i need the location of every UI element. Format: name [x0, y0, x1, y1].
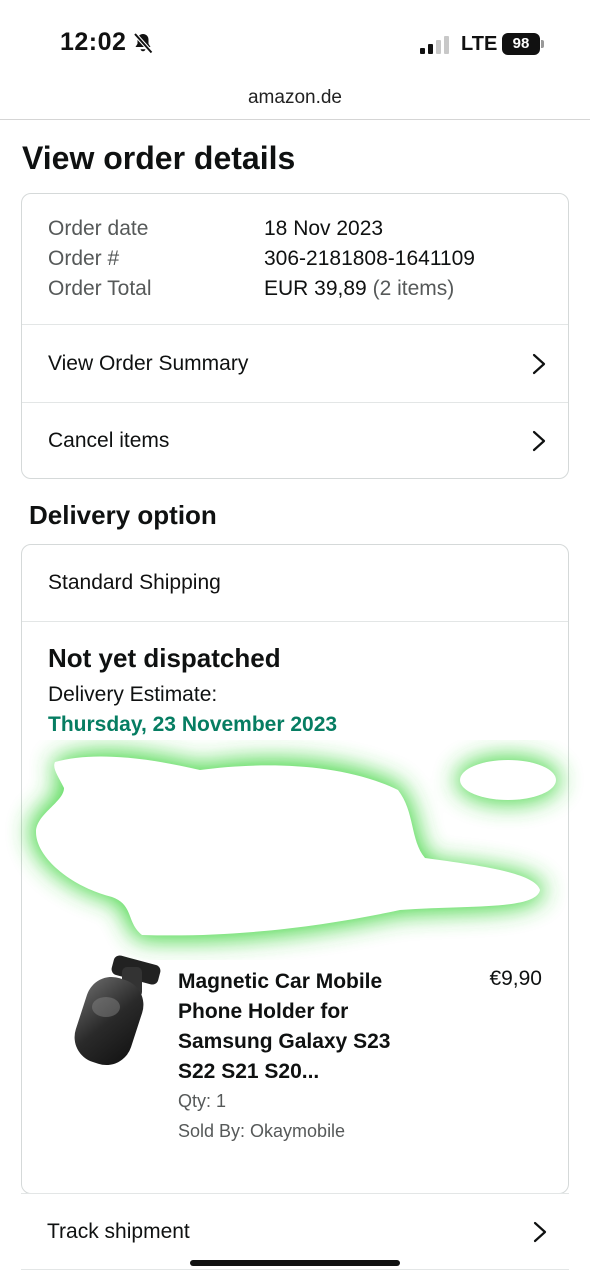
order-number-label: Order #	[48, 247, 120, 270]
order-total-label: Order Total	[48, 277, 152, 300]
page-title: View order details	[22, 140, 296, 176]
product-seller: Sold By: Okaymobile	[178, 1121, 346, 1141]
cancel-items-label: Cancel items	[48, 429, 170, 452]
delivery-estimate-date: Thursday, 23 November 2023	[48, 713, 338, 736]
address-bar[interactable]: amazon.de	[0, 82, 590, 120]
order-number-value: 306-2181808-1641109	[264, 247, 475, 270]
order-date-value: 18 Nov 2023	[264, 217, 384, 240]
order-number-row: Order # 306-2181808-1641109	[48, 244, 542, 274]
delivery-estimate-label: Delivery Estimate:	[48, 683, 218, 706]
order-info: Order date 18 Nov 2023 Order # 306-21818…	[22, 194, 568, 325]
redaction-scribble	[30, 750, 560, 941]
shipping-method: Standard Shipping	[22, 545, 568, 622]
signal-bars-icon	[420, 36, 449, 54]
order-date-row: Order date 18 Nov 2023	[48, 214, 542, 244]
battery-indicator: 98	[502, 33, 540, 55]
status-time: 12:02	[60, 28, 127, 56]
home-indicator[interactable]	[190, 1260, 400, 1266]
product-quantity: Qty: 1	[178, 1091, 227, 1111]
order-total-row: Order Total EUR 39,89 (2 items)	[48, 274, 542, 304]
track-shipment-button[interactable]: Track shipment	[21, 1193, 569, 1270]
order-info-card: Order date 18 Nov 2023 Order # 306-21818…	[21, 193, 569, 479]
product-title[interactable]: Magnetic Car Mobile Phone Holder for Sam…	[178, 967, 414, 1087]
view-order-summary-label: View Order Summary	[48, 351, 249, 375]
product-price: €9,90	[489, 967, 542, 990]
order-total-amount: EUR 39,89	[264, 277, 367, 300]
chevron-right-icon	[532, 430, 546, 452]
battery-tip	[541, 40, 544, 48]
track-shipment-label: Track shipment	[47, 1219, 190, 1243]
delivery-section-title: Delivery option	[29, 500, 217, 530]
order-date-label: Order date	[48, 217, 149, 240]
network-label: LTE	[461, 33, 498, 55]
chevron-right-icon	[533, 1221, 547, 1242]
chevron-right-icon	[532, 353, 546, 374]
product-image[interactable]	[62, 955, 162, 1070]
shipment-status: Not yet dispatched	[48, 643, 281, 673]
order-total-value: EUR 39,89 (2 items)	[264, 274, 454, 304]
cancel-items-link[interactable]: Cancel items	[22, 402, 568, 478]
bell-slash-icon	[133, 32, 153, 54]
status-bar: 12:02 LTE 98	[0, 0, 590, 82]
order-total-items: (2 items)	[372, 277, 455, 300]
view-order-summary-link[interactable]: View Order Summary	[22, 325, 568, 402]
